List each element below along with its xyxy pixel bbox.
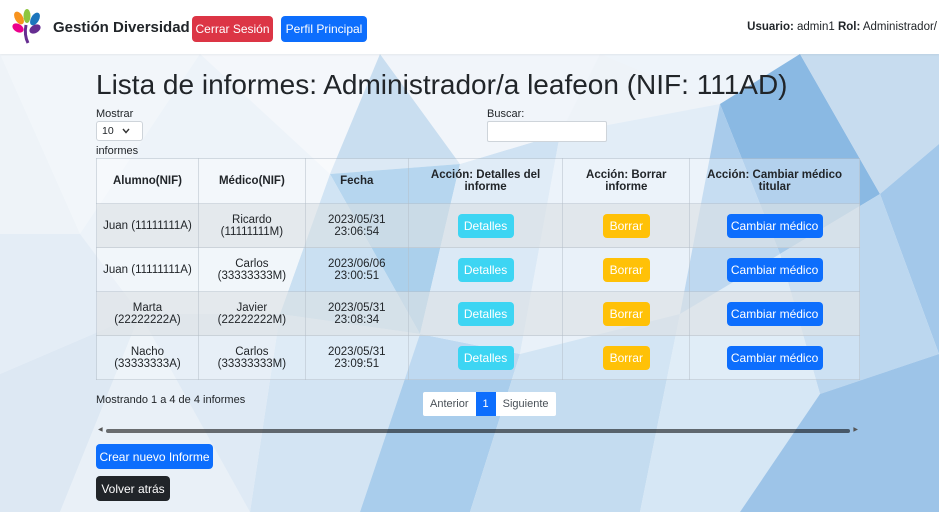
- reports-table: Alumno(NIF) Médico(NIF) Fecha Acción: De…: [96, 158, 860, 380]
- cell-medico: Javier (22222222M): [197, 291, 306, 336]
- navbar: Gestión Diversidad Cerrar Sesión Perfil …: [0, 0, 939, 54]
- entries-label: informes: [96, 145, 139, 157]
- pagination-prev[interactable]: Anterior: [423, 392, 476, 416]
- col-medico[interactable]: Médico(NIF): [197, 158, 306, 204]
- table-row: Marta (22222222A) Javier (22222222M) 202…: [96, 291, 860, 336]
- details-button[interactable]: Detalles: [457, 257, 514, 282]
- table-row: Juan (11111111A) Carlos (33333333M) 2023…: [96, 247, 860, 292]
- change-doctor-button[interactable]: Cambiar médico: [726, 257, 823, 282]
- search-input[interactable]: [487, 121, 607, 142]
- table-row: Juan (11111111A) Ricardo (11111111M) 202…: [96, 203, 860, 248]
- scrollbar-thumb[interactable]: [106, 429, 850, 433]
- profile-button[interactable]: Perfil Principal: [281, 16, 367, 42]
- table-info: Mostrando 1 a 4 de 4 informes: [96, 394, 246, 406]
- delete-button[interactable]: Borrar: [602, 257, 650, 282]
- brand-name[interactable]: Gestión Diversidad: [53, 19, 190, 36]
- chevron-down-icon: [122, 128, 130, 134]
- search-label: Buscar:: [487, 108, 525, 120]
- cell-fecha: 2023/05/31 23:09:51: [304, 335, 409, 380]
- pagination-next[interactable]: Siguiente: [496, 392, 556, 416]
- change-doctor-button[interactable]: Cambiar médico: [726, 213, 823, 238]
- scroll-right-icon[interactable]: ▶: [853, 426, 858, 433]
- show-label: Mostrar: [96, 108, 134, 120]
- user-info: Usuario: admin1 Rol: Administrador/: [747, 21, 937, 33]
- create-report-button[interactable]: Crear nuevo Informe: [96, 444, 213, 469]
- logout-button[interactable]: Cerrar Sesión: [192, 16, 273, 42]
- entries-select[interactable]: 10: [96, 121, 143, 141]
- pagination: Anterior 1 Siguiente: [423, 392, 556, 416]
- col-borrar[interactable]: Acción: Borrar informe: [562, 158, 691, 204]
- scroll-left-icon[interactable]: ◀: [98, 426, 103, 433]
- table-row: Nacho (33333333A) Carlos (33333333M) 202…: [96, 335, 860, 380]
- user-label: Usuario:: [747, 21, 794, 33]
- back-button[interactable]: Volver atrás: [96, 476, 170, 501]
- main-content: Lista de informes: Administrador/a leafe…: [0, 54, 939, 512]
- details-button[interactable]: Detalles: [457, 301, 514, 326]
- cell-fecha: 2023/06/06 23:00:51: [304, 247, 409, 292]
- cell-alumno: Marta (22222222A): [96, 291, 199, 336]
- delete-button[interactable]: Borrar: [602, 301, 650, 326]
- cell-fecha: 2023/05/31 23:06:54: [304, 203, 409, 248]
- entries-select-value: 10: [102, 125, 114, 137]
- details-button[interactable]: Detalles: [457, 213, 514, 238]
- pagination-page-1[interactable]: 1: [475, 392, 496, 416]
- flower-logo-icon[interactable]: [10, 9, 42, 45]
- delete-button[interactable]: Borrar: [602, 213, 650, 238]
- change-doctor-button[interactable]: Cambiar médico: [726, 301, 823, 326]
- col-alumno[interactable]: Alumno(NIF): [96, 158, 199, 204]
- cell-fecha: 2023/05/31 23:08:34: [304, 291, 409, 336]
- role-label: Rol:: [837, 21, 861, 33]
- cell-medico: Ricardo (11111111M): [197, 203, 306, 248]
- page-title: Lista de informes: Administrador/a leafe…: [96, 69, 788, 100]
- cell-alumno: Juan (11111111A): [96, 203, 199, 248]
- user-value: admin1: [797, 21, 835, 33]
- cell-alumno: Juan (11111111A): [96, 247, 199, 292]
- change-doctor-button[interactable]: Cambiar médico: [726, 345, 823, 370]
- cell-medico: Carlos (33333333M): [197, 247, 306, 292]
- role-value: Administrador/: [862, 21, 937, 33]
- cell-medico: Carlos (33333333M): [197, 335, 306, 380]
- details-button[interactable]: Detalles: [457, 345, 514, 370]
- cell-alumno: Nacho (33333333A): [96, 335, 199, 380]
- col-detalles[interactable]: Acción: Detalles del informe: [407, 158, 564, 204]
- col-fecha[interactable]: Fecha: [304, 158, 409, 204]
- horizontal-scrollbar[interactable]: ◀ ▶: [96, 426, 860, 436]
- delete-button[interactable]: Borrar: [602, 345, 650, 370]
- col-cambiar[interactable]: Acción: Cambiar médico titular: [689, 158, 860, 204]
- table-header-row: Alumno(NIF) Médico(NIF) Fecha Acción: De…: [96, 158, 860, 204]
